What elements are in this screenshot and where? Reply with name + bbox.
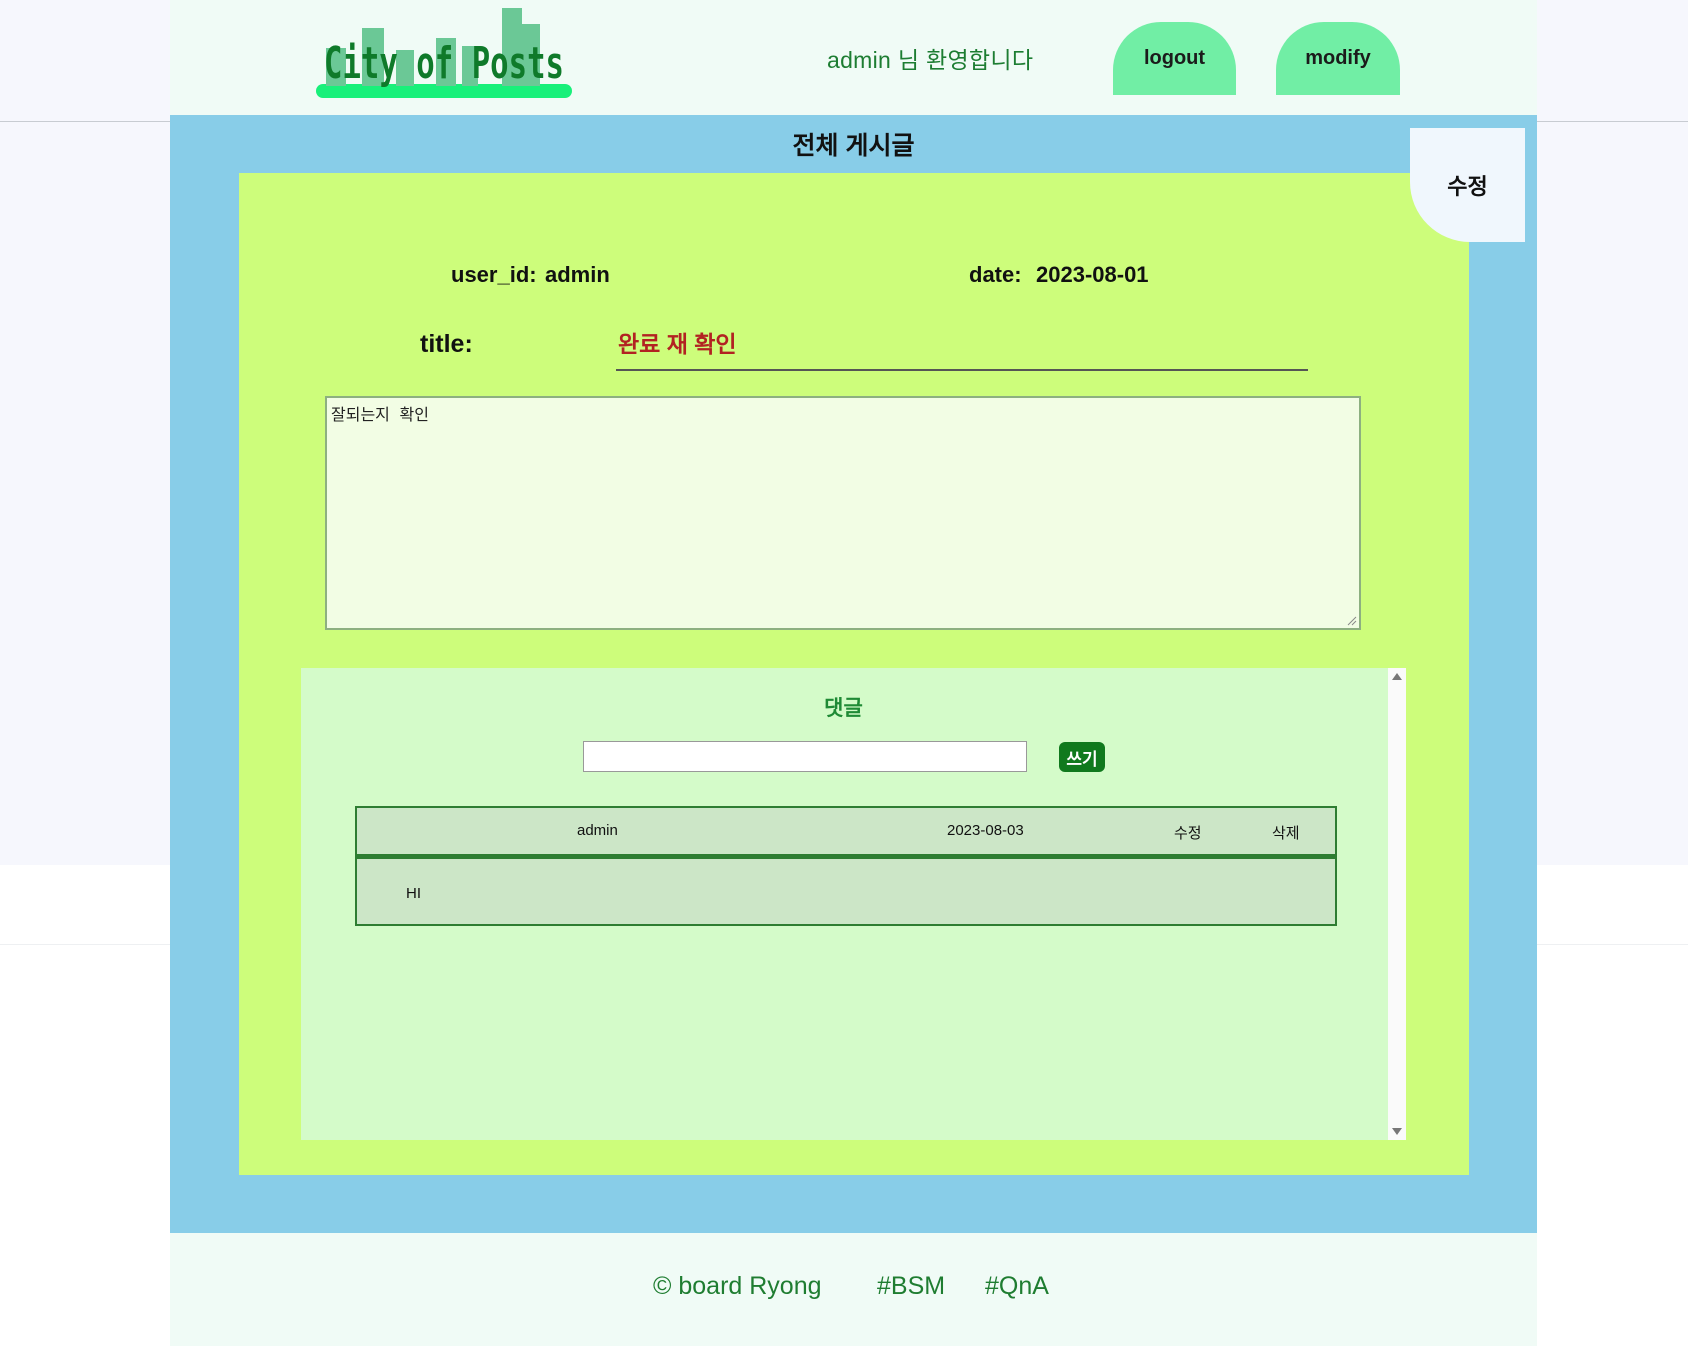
comment-delete-link[interactable]: 삭제 (1272, 822, 1300, 843)
comment-row: admin 2023-08-03 수정 삭제 HI (355, 806, 1337, 926)
title-label: title: (420, 330, 473, 358)
comment-header: admin 2023-08-03 수정 삭제 (357, 808, 1335, 859)
write-comment-button[interactable]: 쓰기 (1059, 742, 1105, 772)
page-title: 전체 게시글 (792, 132, 915, 160)
comments-scrollbar[interactable] (1388, 668, 1406, 1140)
logout-button[interactable]: logout (1113, 22, 1236, 95)
logo-text: City of Posts (324, 38, 564, 89)
welcome-message: admin 님 환영합니다 (827, 47, 1034, 73)
user-id-value: admin (545, 262, 610, 287)
post-content-text: 잘되는지 확인 (331, 405, 429, 424)
title-value: 완료 재 확인 (618, 331, 737, 357)
scroll-down-icon[interactable] (1392, 1128, 1402, 1135)
modify-button[interactable]: modify (1276, 22, 1400, 95)
footer-tag-bsm[interactable]: #BSM (877, 1272, 945, 1301)
edit-post-button[interactable]: 수정 (1410, 128, 1525, 242)
comment-input[interactable] (583, 741, 1027, 772)
user-id-label: user_id: (451, 262, 537, 287)
footer (170, 1233, 1537, 1346)
date-value: 2023-08-01 (1036, 262, 1149, 287)
resize-grip-icon[interactable] (1347, 616, 1357, 626)
comment-author: admin (577, 822, 618, 839)
comments-heading: 댓글 (824, 697, 863, 720)
post-content[interactable]: 잘되는지 확인 (325, 396, 1361, 630)
footer-tag-qna[interactable]: #QnA (985, 1272, 1049, 1301)
scroll-up-icon[interactable] (1392, 673, 1402, 680)
date-label: date: (969, 262, 1022, 287)
comment-edit-link[interactable]: 수정 (1174, 822, 1202, 843)
logo[interactable]: City of Posts (316, 8, 572, 98)
footer-copyright: © board Ryong (653, 1272, 822, 1300)
title-underline (616, 369, 1308, 371)
comment-date: 2023-08-03 (947, 822, 1024, 839)
comment-text: HI (406, 885, 421, 902)
